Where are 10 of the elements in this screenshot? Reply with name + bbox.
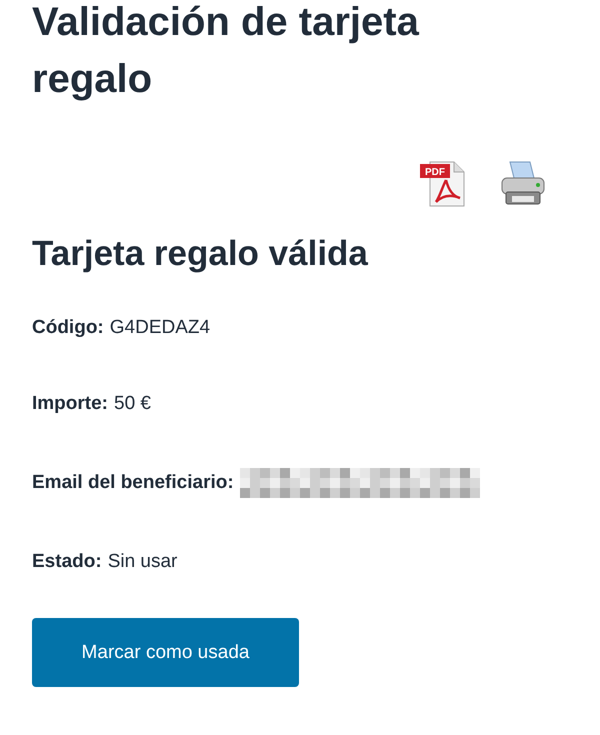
field-label: Email del beneficiario: bbox=[32, 471, 234, 495]
field-label: Importe: bbox=[32, 392, 108, 416]
field-value: Sin usar bbox=[108, 550, 178, 574]
mark-used-button[interactable]: Marcar como usada bbox=[32, 618, 299, 687]
field-value: G4DEDAZ4 bbox=[110, 316, 210, 340]
field-value: 50 € bbox=[114, 392, 151, 416]
field-label: Estado: bbox=[32, 550, 102, 574]
page-title: Validación de tarjeta regalo bbox=[32, 0, 420, 103]
field-label: Código: bbox=[32, 316, 104, 340]
status-heading: Tarjeta regalo válida bbox=[32, 233, 369, 275]
